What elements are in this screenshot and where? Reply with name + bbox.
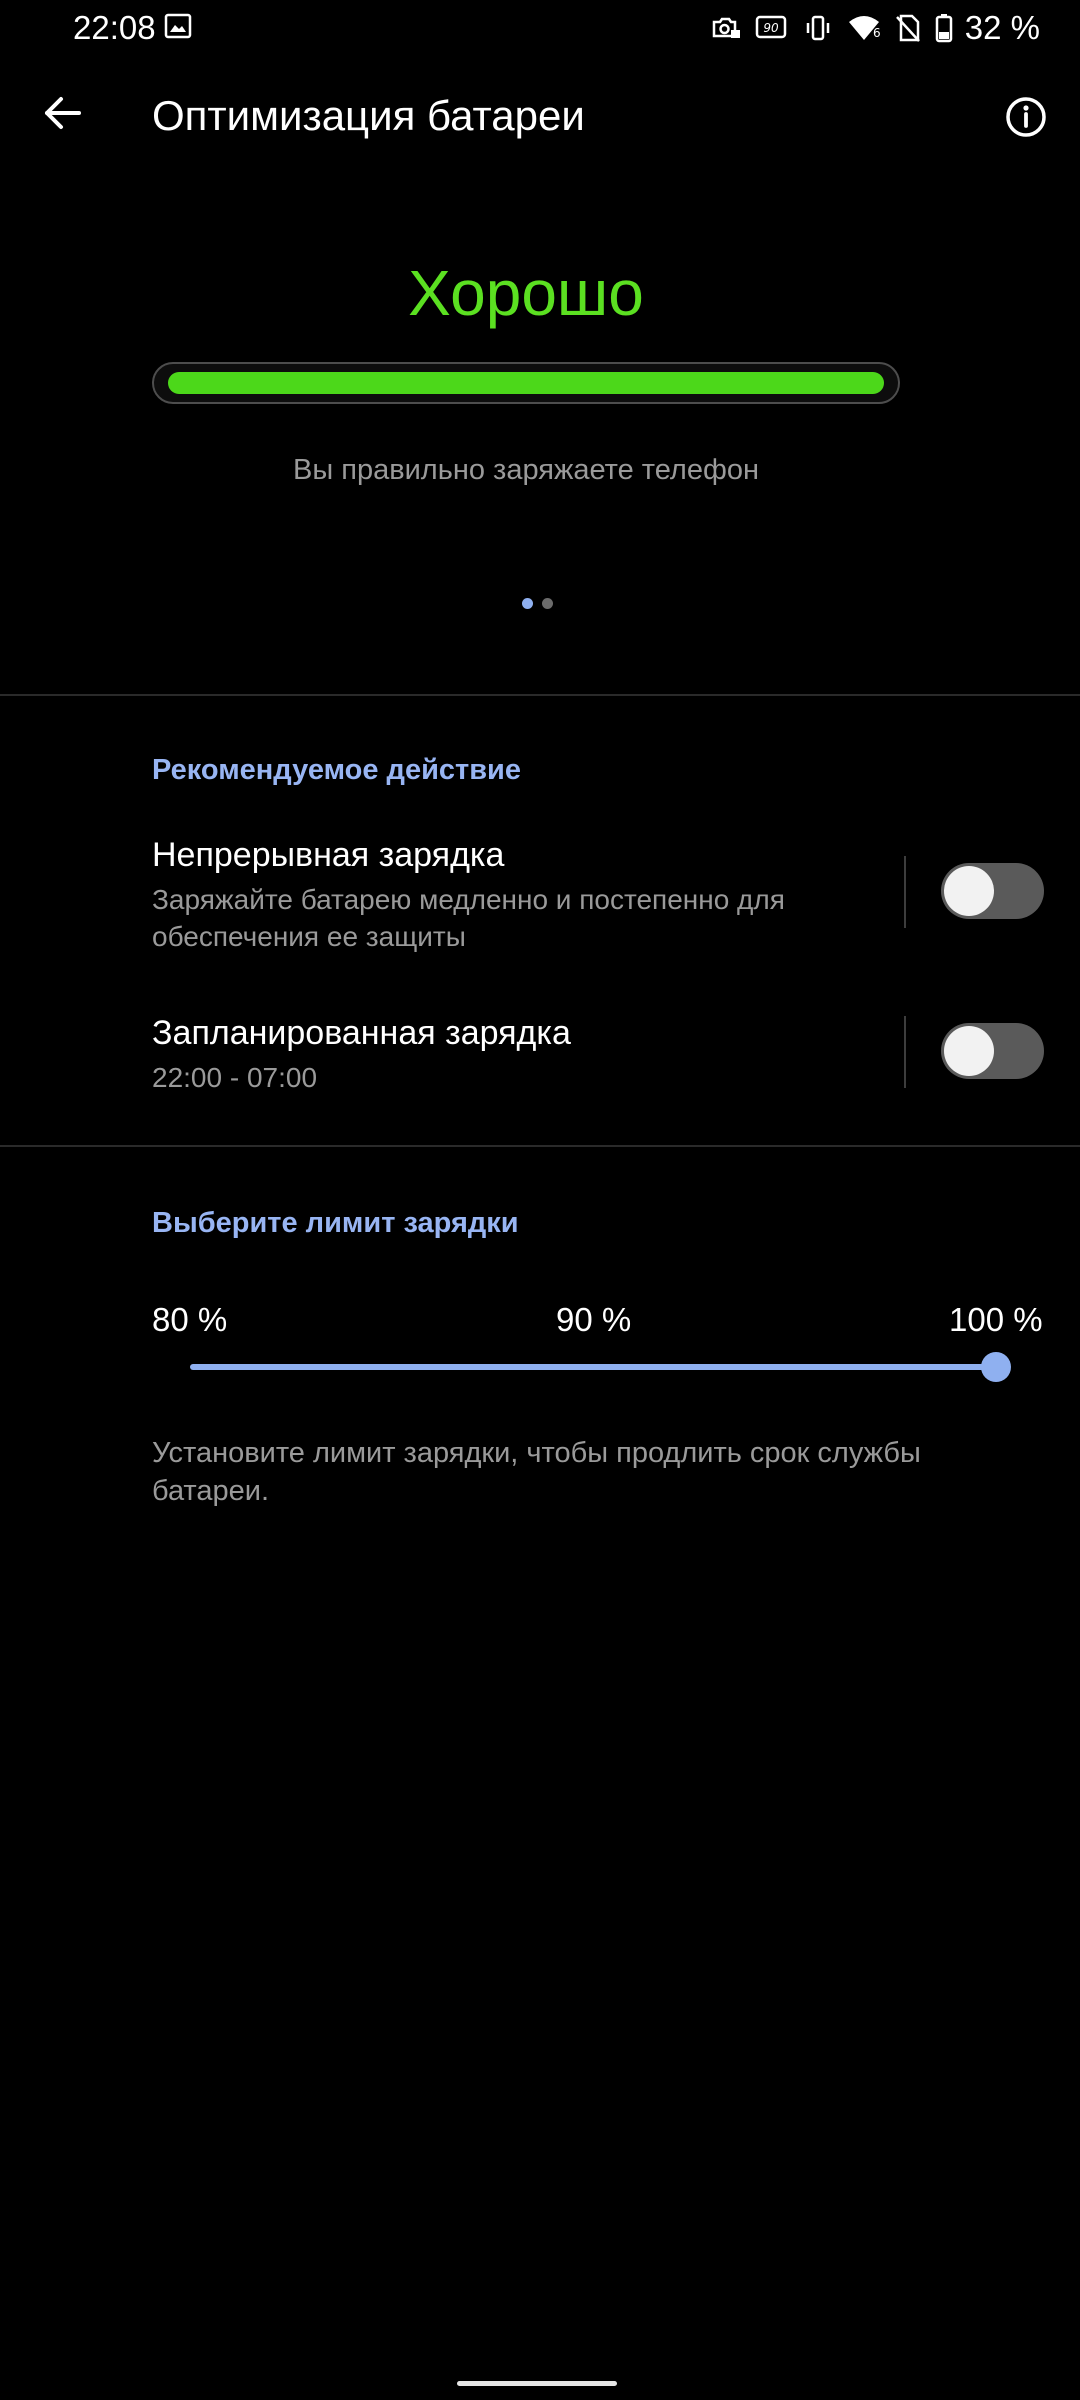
battery-health-bar [152, 362, 900, 404]
scheduled-charging-subtitle: 22:00 - 07:00 [152, 1062, 318, 1093]
charge-limit-option-100[interactable]: 100 % [949, 1298, 1043, 1342]
arrow-left-icon[interactable] [38, 88, 88, 138]
continuous-charging-toggle[interactable] [941, 863, 1044, 919]
page-indicator-dot [542, 598, 553, 609]
page-indicator [522, 598, 562, 609]
toggle-knob [944, 866, 994, 916]
svg-text:90: 90 [763, 21, 779, 35]
toggle-knob [944, 1026, 994, 1076]
battery-health-description: Вы правильно заряжаете телефон [293, 454, 759, 486]
wifi-icon: 6 [847, 13, 881, 43]
battery-health-label: Хорошо [408, 257, 644, 329]
svg-text:6: 6 [873, 26, 881, 40]
status-icons: 90 6 32 % [697, 8, 1040, 48]
row-separator [904, 1016, 906, 1088]
row-separator [904, 856, 906, 928]
battery-health-bar-fill [168, 372, 884, 394]
refresh-90hz-icon: 90 [755, 14, 789, 42]
battery-icon [935, 13, 953, 43]
image-icon [164, 13, 192, 39]
battery-percent: 32 % [964, 9, 1040, 46]
charge-limit-slider-thumb[interactable] [981, 1352, 1011, 1382]
page-indicator-dot-active [522, 598, 533, 609]
section-title-recommended: Рекомендуемое действие [152, 754, 522, 786]
scheduled-charging-title[interactable]: Запланированная зарядка [152, 1011, 571, 1055]
continuous-charging-subtitle: Заряжайте батарею медленно и постепенно … [152, 884, 785, 952]
page-title: Оптимизация батареи [152, 92, 585, 139]
divider [0, 694, 1080, 696]
charge-limit-option-80[interactable]: 80 % [152, 1298, 227, 1342]
charge-limit-hint: Установите лимит зарядки, чтобы продлить… [152, 1437, 921, 1507]
camera-lock-icon [711, 14, 741, 42]
scheduled-charging-toggle[interactable] [941, 1023, 1044, 1079]
vibrate-icon [803, 14, 833, 42]
home-indicator[interactable] [457, 2381, 617, 2386]
divider [0, 1145, 1080, 1147]
continuous-charging-title[interactable]: Непрерывная зарядка [152, 833, 504, 877]
charge-limit-option-90[interactable]: 90 % [556, 1298, 631, 1342]
no-sim-icon [895, 13, 921, 43]
section-title-charge-limit: Выберите лимит зарядки [152, 1207, 519, 1239]
status-time: 22:08 [73, 9, 156, 46]
info-icon[interactable] [1001, 92, 1051, 142]
charge-limit-slider-track[interactable] [190, 1364, 996, 1370]
